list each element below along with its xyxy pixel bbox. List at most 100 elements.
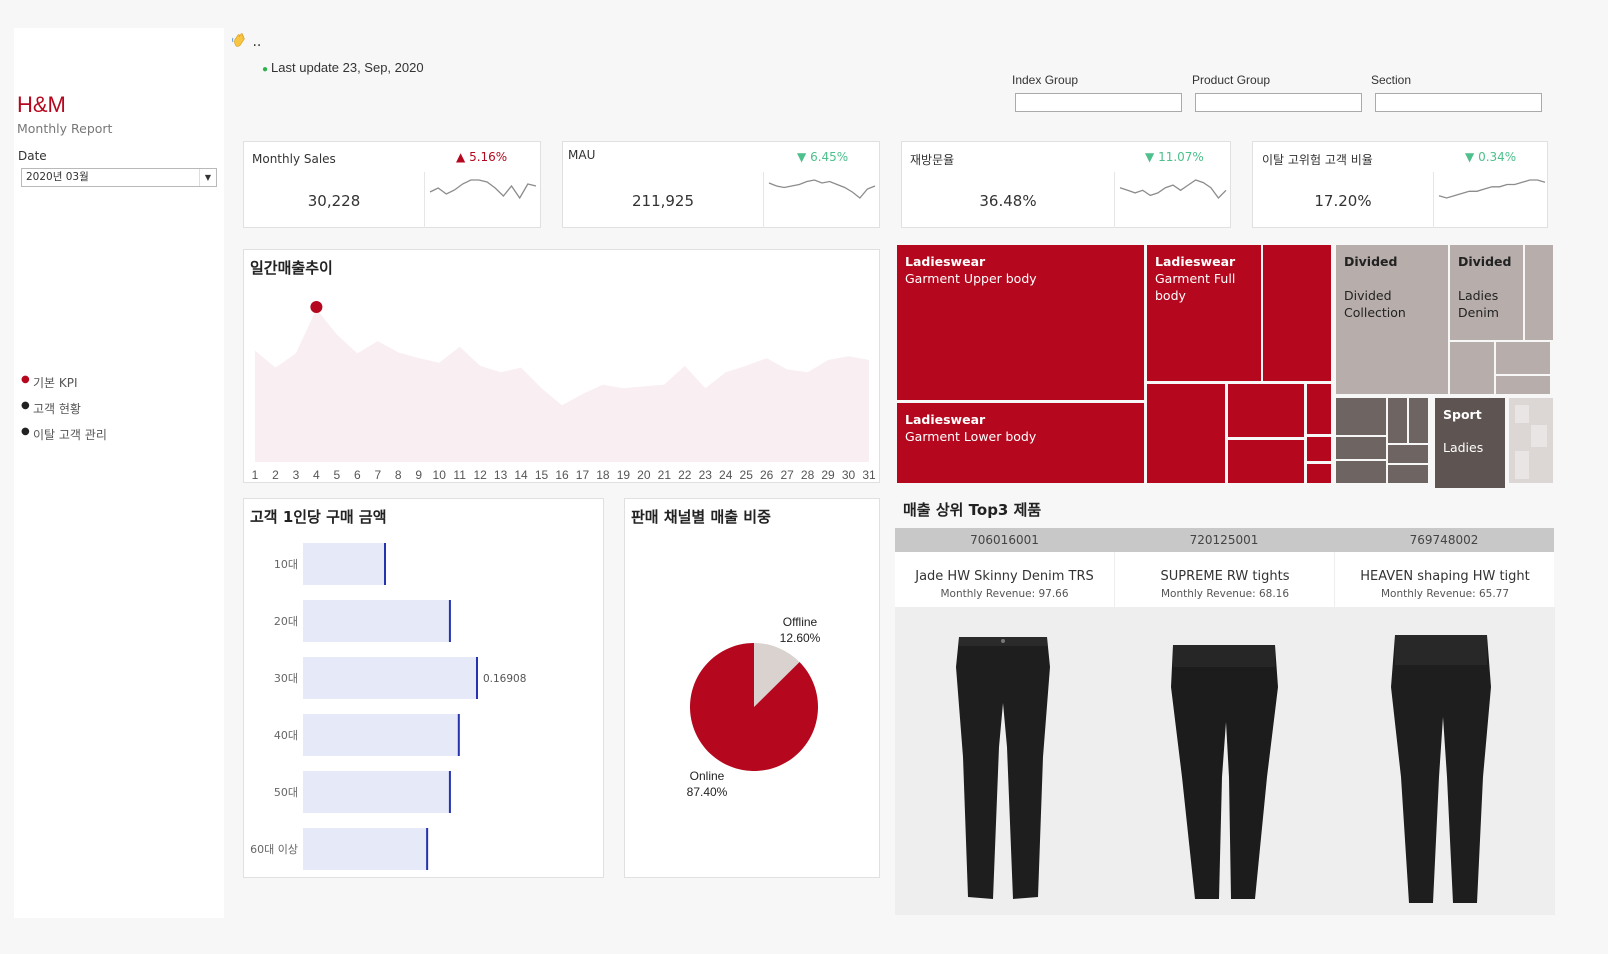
x-tick-label: 6 [354,468,361,482]
treemap-tile-sport-ladies[interactable]: Sport Ladies [1435,398,1505,480]
age-label: 50대 [274,786,298,799]
x-tick-label: 2 [272,468,279,482]
pie-label-online: Online [690,769,725,783]
treemap-tile-light[interactable] [1515,451,1529,479]
treemap-tile-ladies-upper[interactable]: Ladieswear Garment Upper body [897,245,1144,400]
x-tick-label: 18 [596,468,610,482]
treemap-tile-dark[interactable] [1388,398,1407,443]
treemap-tile-grey[interactable] [1450,342,1494,394]
filter-section[interactable] [1375,93,1542,112]
treemap-tile-grey[interactable] [1496,342,1550,374]
x-tick-label: 21 [658,468,672,482]
sidebar-nav: ● 기본 KPI ● 고객 현황 ● 이탈 고객 관리 [21,374,107,452]
filter-label-section: Section [1371,73,1412,87]
treemap-tile-dark[interactable] [1388,465,1428,483]
treemap-tile-light[interactable] [1515,405,1529,423]
treemap-tile-red[interactable] [1307,384,1331,434]
treemap-tile-red[interactable] [1263,245,1331,381]
age-bar-marker [426,828,429,870]
kpi-change-value: 0.34% [1478,150,1517,164]
age-label: 30대 [274,672,298,685]
treemap-tile-red[interactable] [1307,437,1331,461]
kpi-change: ▼ 11.07% [1145,150,1204,164]
last-update: ● Last update 23, Sep, 2020 [262,60,424,75]
product-revenue: Monthly Revenue: 68.16 [1160,588,1290,600]
chevron-down-icon[interactable]: ▼ [199,169,216,186]
filter-product-group[interactable] [1195,93,1362,112]
bullet-icon: ● [21,426,30,437]
nav-item-customer-status[interactable]: ● 고객 현황 [21,400,107,426]
treemap-tile-dark[interactable] [1388,445,1428,463]
treemap-tile-light[interactable] [1531,425,1547,447]
kpi-title: MAU [568,148,596,162]
peak-marker [310,301,323,313]
treemap-tile-red[interactable] [1228,384,1304,437]
age-value-label: 0.16908 [483,673,526,685]
x-tick-label: 12 [473,468,487,482]
x-tick-label: 22 [678,468,692,482]
treemap-tile-divided-collection[interactable]: Divided Divided Collection [1336,245,1448,394]
treemap-tile-dark[interactable] [1336,398,1386,435]
channel-share-panel: 판매 채널별 매출 비중 Offline 12.60% Online 87.40% [624,498,880,878]
treemap-tile-red[interactable] [1228,440,1304,483]
product-card[interactable]: Jade HW Skinny Denim TRS Monthly Revenue… [895,552,1114,915]
product-revenue: Monthly Revenue: 97.66 [940,588,1069,600]
report-subtitle: Monthly Report [17,121,113,136]
treemap-tile-ladies-full[interactable]: Ladieswear Garment Full body [1147,245,1261,381]
greeting: .. [232,32,261,50]
treemap-tile-red[interactable] [1147,384,1225,483]
kpi-sparkline [429,179,537,200]
treemap-tile-dark[interactable] [1336,437,1386,459]
x-tick-label: 13 [494,468,508,482]
tile-label: Divided Collection [1344,288,1406,320]
treemap-tile-ladies-denim[interactable]: Divided Ladies Denim [1450,245,1523,340]
product-name: Jade HW Skinny Denim TRS [915,569,1094,584]
treemap-tile-red[interactable] [1307,464,1331,483]
x-tick-label: 3 [293,468,300,482]
bullet-icon: ● [21,374,30,385]
triangle-down-icon: ▼ [797,150,807,164]
product-image [895,607,1114,915]
product-name: HEAVEN shaping HW tight [1360,569,1530,584]
treemap-tile-dark[interactable] [1336,461,1386,483]
last-update-text: Last update 23, Sep, 2020 [271,60,424,75]
age-bar-marker [448,600,451,642]
date-label: Date [18,149,47,163]
x-tick-label: 14 [514,468,528,482]
bullet-icon: ● [21,400,30,411]
x-tick-label: 11 [453,468,466,482]
tile-label: Garment Lower body [905,429,1037,444]
x-tick-label: 29 [821,468,835,482]
product-card[interactable]: SUPREME RW tights Monthly Revenue: 68.16 [1114,552,1335,915]
kpi-change: ▼ 6.45% [797,150,848,164]
product-card[interactable]: HEAVEN shaping HW tight Monthly Revenue:… [1334,552,1555,915]
tile-group: Divided [1344,254,1398,269]
tile-label: Ladies Denim [1458,288,1499,320]
x-tick-label: 8 [395,468,402,482]
kpi-title: Monthly Sales [252,152,336,166]
pie-value-online: 87.40% [687,785,728,799]
x-tick-label: 10 [433,468,447,482]
category-treemap: Ladieswear Garment Upper body Ladieswear… [897,245,1553,488]
tile-label: Garment Upper body [905,271,1037,286]
date-select[interactable]: 2020년 03월 ▼ [21,168,217,187]
filter-label-index-group: Index Group [1012,73,1079,87]
top3-header: 706016001 720125001 769748002 [895,528,1554,552]
kpi-card-churn-risk: 이탈 고위험 고객 비율 ▼ 0.34% 17.20% [1252,141,1548,228]
sidebar: H&M Monthly Report Date 2020년 03월 ▼ ● 기본… [14,28,224,918]
treemap-tile-dark[interactable] [1435,480,1505,488]
kpi-value: 17.20% [1314,192,1372,210]
treemap-tile-dark[interactable] [1409,398,1428,443]
filter-index-group[interactable] [1015,93,1182,112]
x-tick-label: 25 [740,468,754,482]
x-tick-label: 7 [374,468,381,482]
nav-item-churn-management[interactable]: ● 이탈 고객 관리 [21,426,107,452]
treemap-tile-ladies-lower[interactable]: Ladieswear Garment Lower body [897,403,1144,483]
tile-group: Sport [1443,407,1482,422]
kpi-change-value: 11.07% [1158,150,1204,164]
nav-item-basic-kpi[interactable]: ● 기본 KPI [21,374,107,400]
top3-title: 매출 상위 Top3 제품 [903,501,1042,519]
treemap-tile-grey[interactable] [1525,245,1553,340]
treemap-tile-grey[interactable] [1496,376,1550,394]
product-image [1335,607,1555,915]
